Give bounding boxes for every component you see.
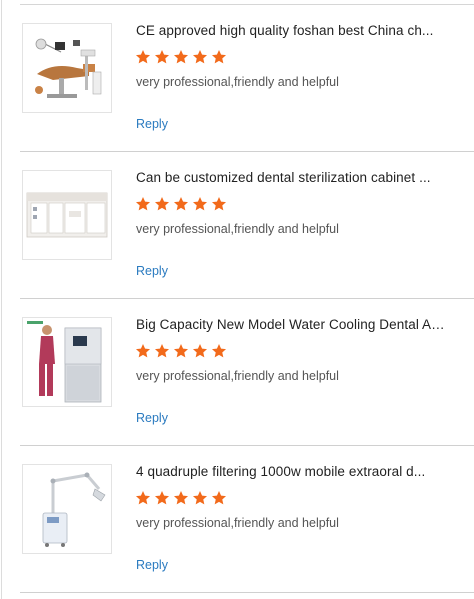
star-icon (212, 50, 226, 64)
product-thumbnail[interactable] (22, 170, 112, 260)
review-item: Can be customized dental sterilization c… (20, 152, 474, 299)
star-icon (174, 491, 188, 505)
rating-stars (135, 343, 227, 361)
reply-link[interactable]: Reply (136, 264, 168, 278)
review-comment: very professional,friendly and helpful (136, 75, 339, 89)
rating-stars (135, 490, 227, 508)
review-comment: very professional,friendly and helpful (136, 222, 339, 236)
review-product-title[interactable]: Big Capacity New Model Water Cooling Den… (136, 317, 446, 332)
review-product-title[interactable]: 4 quadruple filtering 1000w mobile extra… (136, 464, 446, 479)
star-icon (212, 197, 226, 211)
star-icon (136, 50, 150, 64)
sterilization-cabinet-image (23, 171, 111, 259)
star-icon (212, 491, 226, 505)
product-thumbnail[interactable] (22, 464, 112, 554)
review-divider (20, 592, 474, 593)
review-comment: very professional,friendly and helpful (136, 516, 339, 530)
extraoral-suction-image (23, 465, 111, 553)
review-product-title[interactable]: Can be customized dental sterilization c… (136, 170, 446, 185)
star-icon (136, 344, 150, 358)
star-icon (155, 491, 169, 505)
review-product-title[interactable]: CE approved high quality foshan best Chi… (136, 23, 446, 38)
rating-stars (135, 49, 227, 67)
reply-link[interactable]: Reply (136, 558, 168, 572)
star-icon (155, 50, 169, 64)
reply-link[interactable]: Reply (136, 117, 168, 131)
star-icon (174, 50, 188, 64)
star-icon (193, 197, 207, 211)
product-thumbnail[interactable] (22, 317, 112, 407)
star-icon (155, 344, 169, 358)
star-icon (193, 344, 207, 358)
dental-chair-image (23, 24, 111, 112)
star-icon (174, 344, 188, 358)
star-icon (193, 491, 207, 505)
review-item: 4 quadruple filtering 1000w mobile extra… (20, 446, 474, 593)
review-item: CE approved high quality foshan best Chi… (20, 5, 474, 152)
star-icon (136, 197, 150, 211)
star-icon (193, 50, 207, 64)
reply-link[interactable]: Reply (136, 411, 168, 425)
star-icon (136, 491, 150, 505)
review-item: Big Capacity New Model Water Cooling Den… (20, 299, 474, 446)
review-comment: very professional,friendly and helpful (136, 369, 339, 383)
star-icon (155, 197, 169, 211)
product-thumbnail[interactable] (22, 23, 112, 113)
autoclave-image (23, 318, 111, 406)
star-icon (212, 344, 226, 358)
star-icon (174, 197, 188, 211)
left-border (1, 0, 2, 599)
rating-stars (135, 196, 227, 214)
